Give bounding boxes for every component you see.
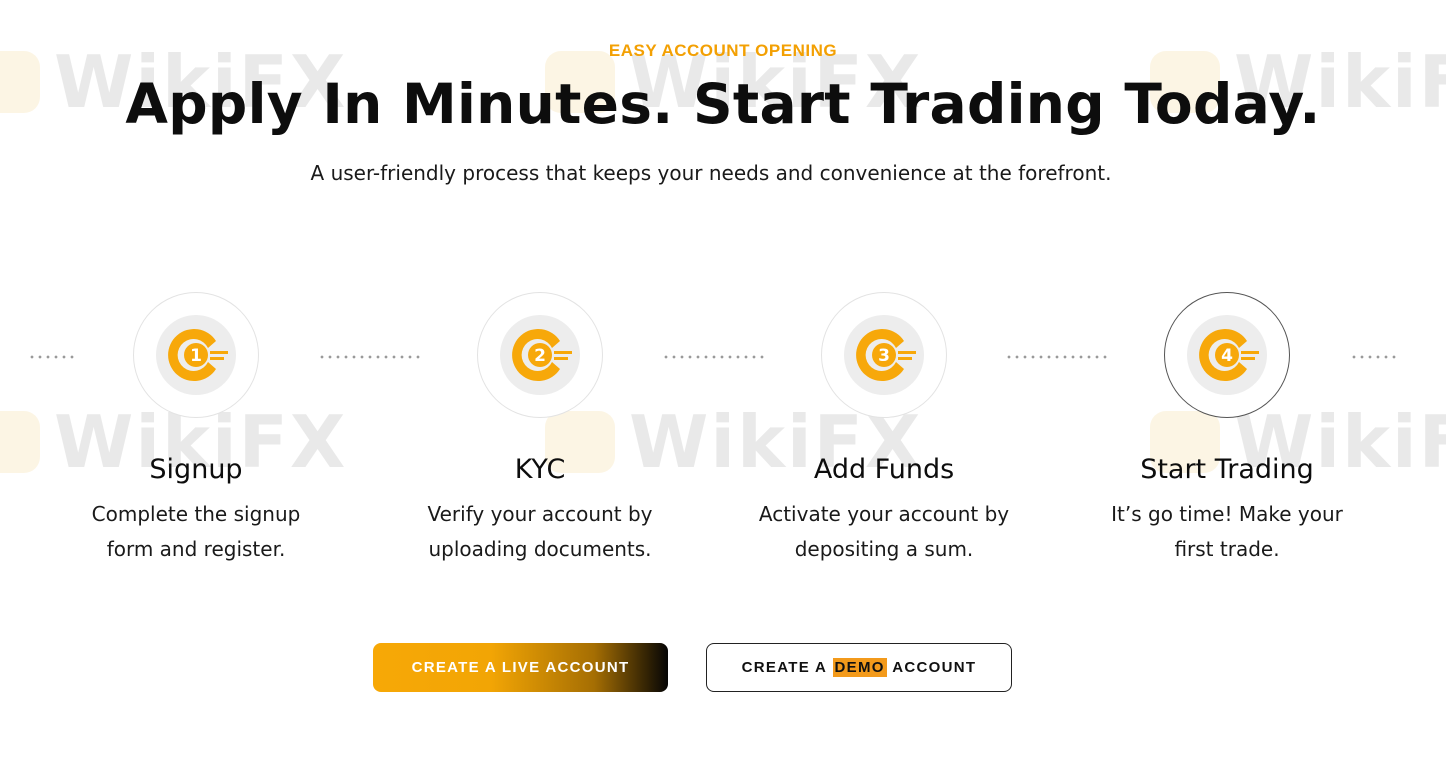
demo-highlight: DEMO <box>832 658 887 677</box>
step-desc-line: Verify your account by <box>427 502 653 526</box>
orange-c-logo-icon: 2 <box>500 315 580 395</box>
step-icon-ring: 2 <box>477 292 603 418</box>
step-title: Start Trading <box>1140 454 1314 485</box>
create-live-account-button[interactable]: CREATE A LIVE ACCOUNT <box>373 643 668 692</box>
step-description: It’s go time! Make your first trade. <box>1077 497 1377 567</box>
orange-c-logo-icon: 1 <box>156 315 236 395</box>
step-icon-ring: 3 <box>821 292 947 418</box>
step-title: Signup <box>149 454 243 485</box>
step-desc-line: depositing a sum. <box>794 537 974 561</box>
page-subtitle: A user-friendly process that keeps your … <box>310 161 1112 185</box>
svg-text:3: 3 <box>878 346 890 366</box>
step-add-funds: 3 Add Funds Activate your account by dep… <box>734 292 1034 567</box>
orange-c-logo-icon: 3 <box>844 315 924 395</box>
step-start-trading: 4 Start Trading It’s go time! Make your … <box>1077 292 1377 567</box>
step-kyc: 2 KYC Verify your account by uploading d… <box>390 292 690 567</box>
step-desc-line: first trade. <box>1174 537 1280 561</box>
svg-text:2: 2 <box>534 346 546 366</box>
step-desc-line: Complete the signup <box>91 502 301 526</box>
demo-button-prefix: CREATE A <box>741 659 828 676</box>
orange-c-logo-icon: 4 <box>1187 315 1267 395</box>
step-description: Verify your account by uploading documen… <box>390 497 690 567</box>
page-title: Apply In Minutes. Start Trading Today. <box>125 72 1321 136</box>
svg-text:4: 4 <box>1221 346 1233 366</box>
step-icon-ring: 1 <box>133 292 259 418</box>
create-demo-account-button[interactable]: CREATE A DEMO ACCOUNT <box>706 643 1012 692</box>
demo-button-suffix: ACCOUNT <box>892 659 977 676</box>
section-eyebrow: EASY ACCOUNT OPENING <box>608 41 838 60</box>
step-desc-line: It’s go time! Make your <box>1111 502 1343 526</box>
step-description: Activate your account by depositing a su… <box>734 497 1034 567</box>
step-description: Complete the signup form and register. <box>46 497 346 567</box>
svg-text:1: 1 <box>190 346 202 366</box>
step-desc-line: Activate your account by <box>758 502 1010 526</box>
step-title: KYC <box>514 454 566 485</box>
step-desc-line: form and register. <box>106 537 286 561</box>
watermark-logo-icon <box>0 411 40 473</box>
step-icon-ring: 4 <box>1164 292 1290 418</box>
step-title: Add Funds <box>813 454 955 485</box>
step-desc-line: uploading documents. <box>428 537 652 561</box>
step-signup: 1 Signup Complete the signup form and re… <box>46 292 346 567</box>
